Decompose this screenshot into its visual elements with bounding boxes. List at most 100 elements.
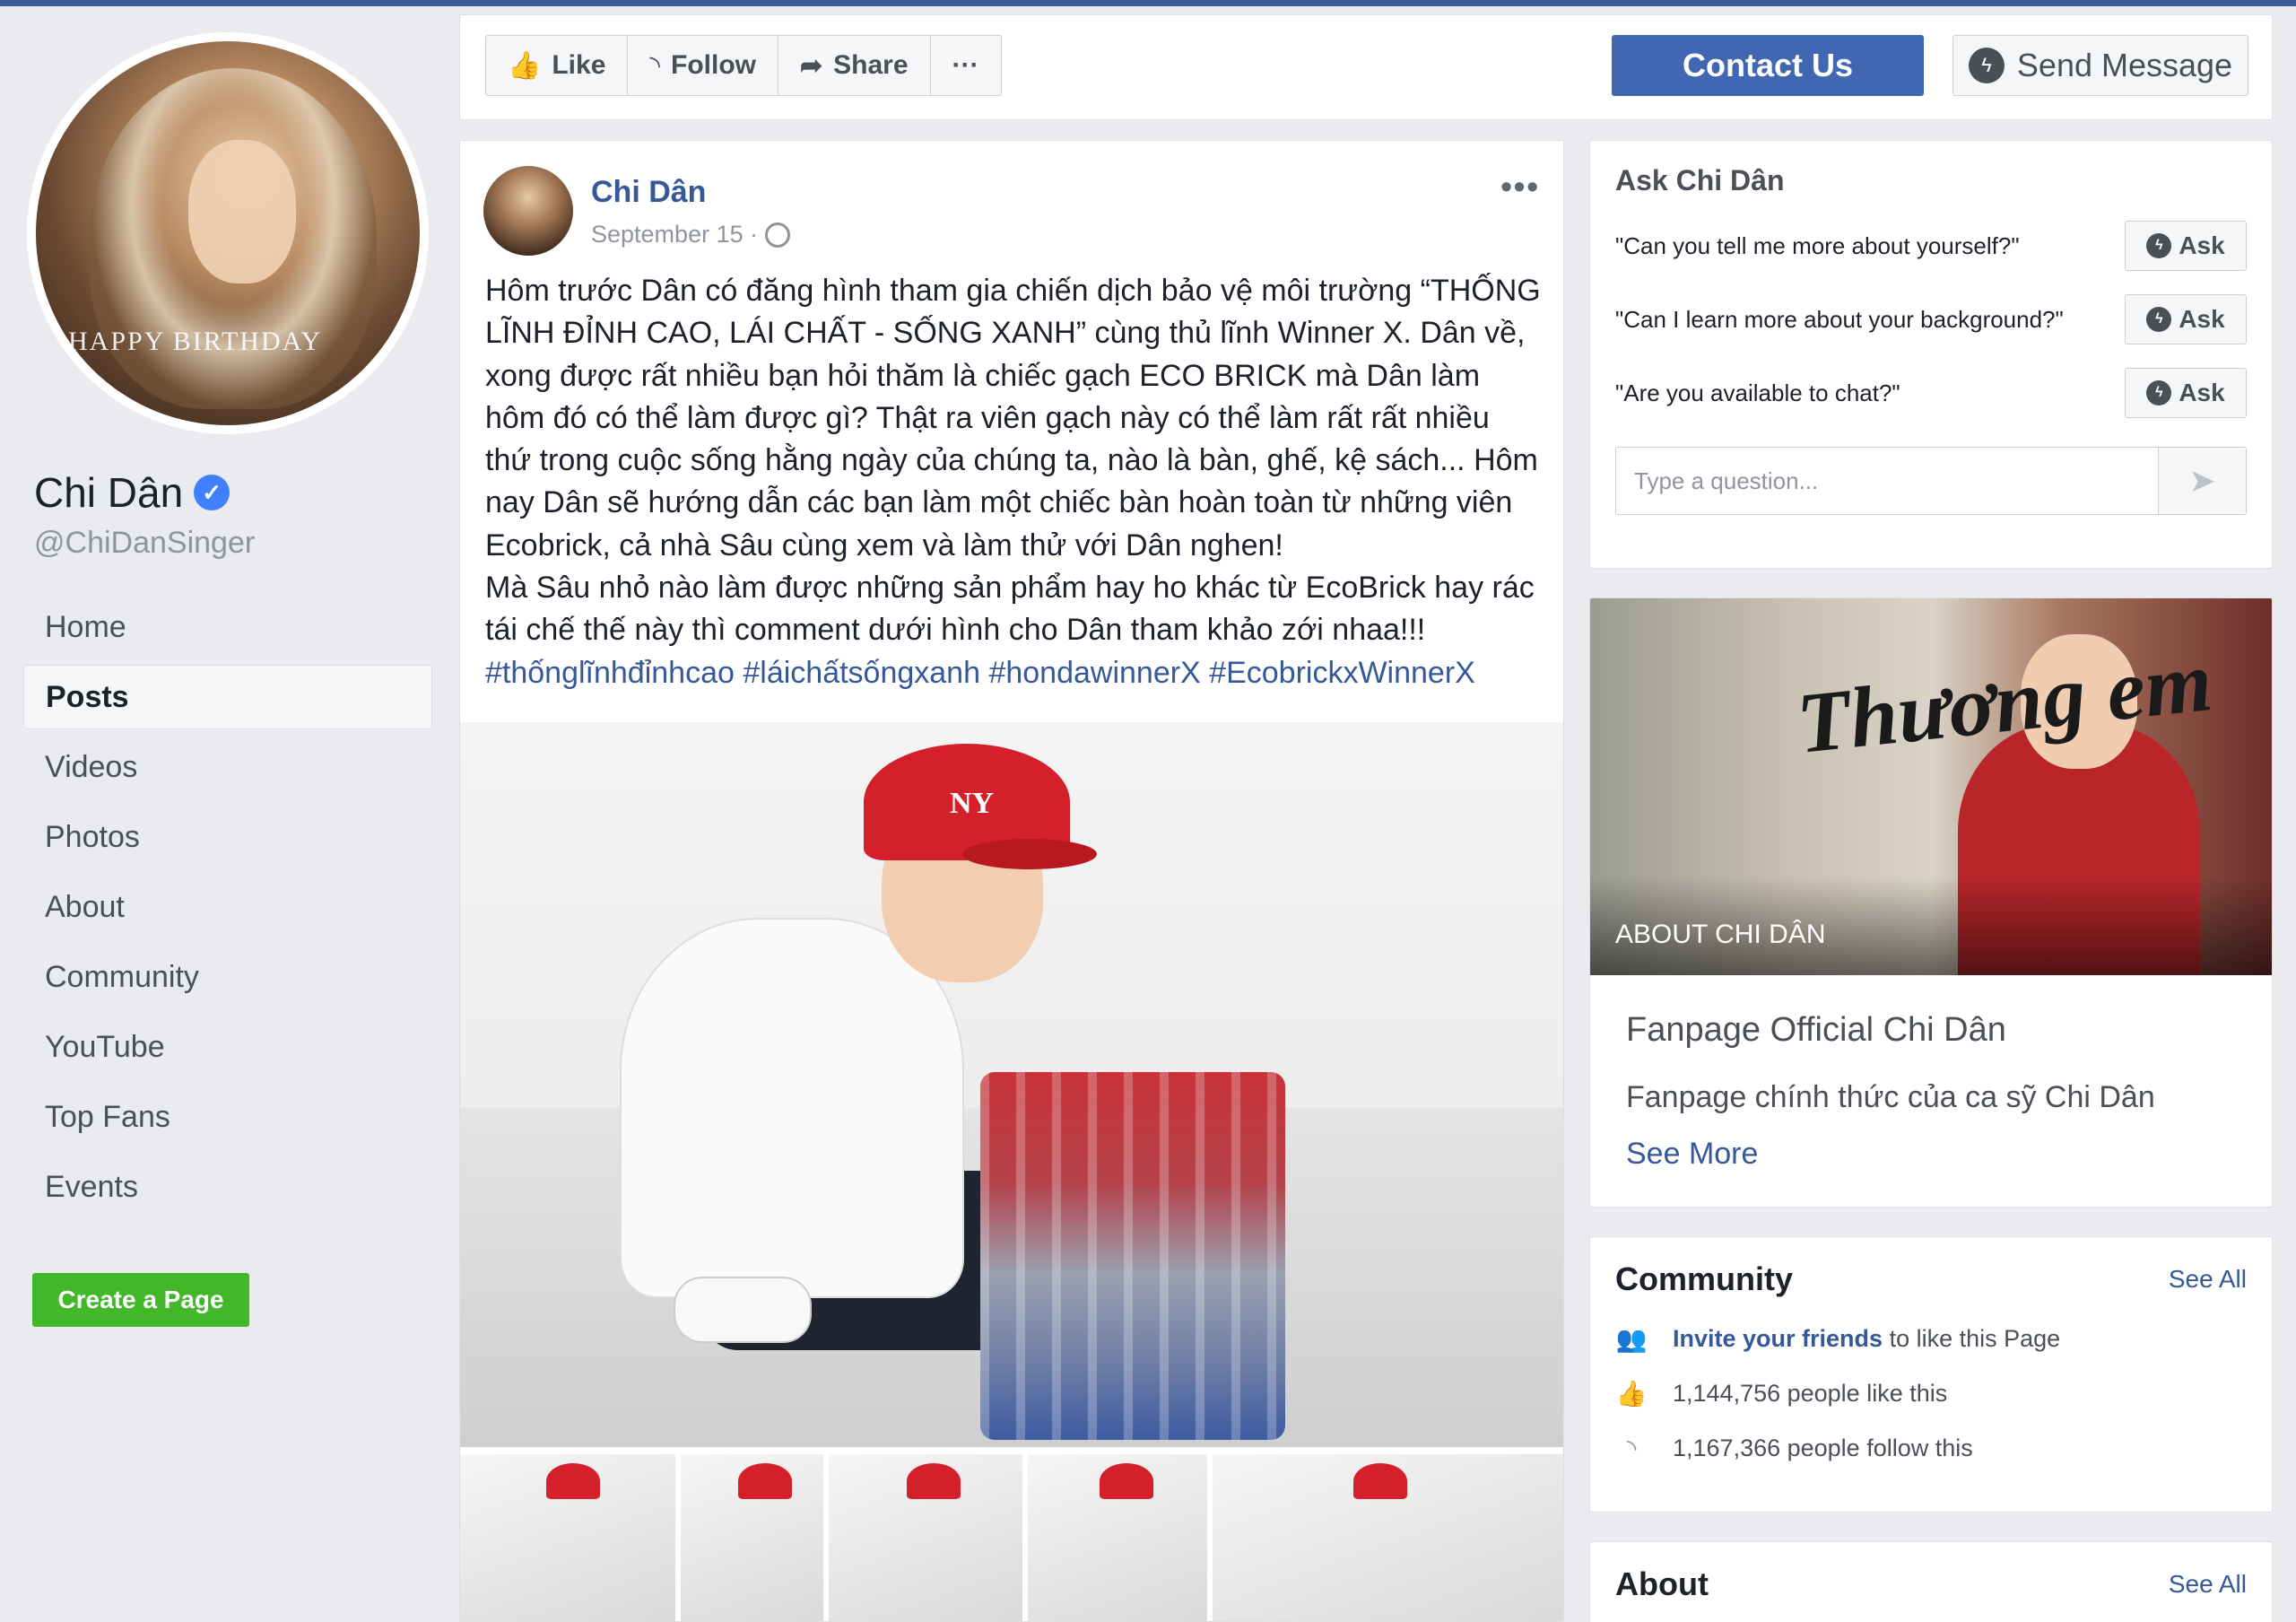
share-label: Share <box>833 50 909 80</box>
messenger-icon: ϟ <box>2146 307 2172 332</box>
nav-item-community[interactable]: Community <box>23 945 432 1009</box>
create-page-button[interactable]: Create a Page <box>32 1273 249 1327</box>
invite-row: 👥 Invite your friends to like this Page <box>1615 1325 2247 1353</box>
ask-card: Ask Chi Dân "Can you tell me more about … <box>1589 140 2273 569</box>
about-description: Fanpage chính thức của ca sỹ Chi Dân <box>1626 1080 2155 1114</box>
avatar-overlay-text: HAPPY BIRTHDAY <box>68 327 323 356</box>
like-label: Like <box>552 50 606 80</box>
likes-count: 1,144,756 people like this <box>1673 1380 1948 1407</box>
ask-button-label: Ask <box>2179 231 2225 259</box>
page-action-bar: 👍 Like ◝ Follow ➦ Share ··· Contact Us ϟ… <box>459 14 2273 120</box>
share-button[interactable]: ➦ Share <box>778 36 931 95</box>
follows-row: ◝ 1,167,366 people follow this <box>1615 1435 2247 1462</box>
page-actions-group: 👍 Like ◝ Follow ➦ Share ··· <box>485 35 1002 96</box>
follow-label: Follow <box>671 50 756 80</box>
ask-question: "Can I learn more about your background?… <box>1615 306 2064 333</box>
ask-title: Ask Chi Dân <box>1615 164 1785 196</box>
profile-picture[interactable]: HAPPY BIRTHDAY <box>27 32 429 434</box>
ask-row: "Can I learn more about your background?… <box>1615 294 2247 344</box>
page-title[interactable]: Chi Dân ✓ <box>34 468 434 517</box>
post-thumbnails <box>460 1454 1563 1621</box>
ask-button-label: Ask <box>2179 379 2225 406</box>
share-arrow-icon: ➦ <box>800 50 823 81</box>
about-see-all-link[interactable]: See All <box>2169 1570 2247 1599</box>
ask-button[interactable]: ϟ Ask <box>2125 221 2247 271</box>
community-card: Community See All 👥 Invite your friends … <box>1589 1236 2273 1513</box>
thumbnail[interactable] <box>829 1454 1022 1621</box>
rss-icon: ◝ <box>1626 1435 1637 1462</box>
ask-row: "Can you tell me more about yourself?" ϟ… <box>1615 221 2247 271</box>
post-card: Chi Dân September 15 · ••• Hôm trước Dân… <box>459 140 1564 1622</box>
follow-button[interactable]: ◝ Follow <box>628 36 778 95</box>
photo-face <box>188 140 296 283</box>
thumbnail[interactable] <box>460 1454 675 1621</box>
see-more-link[interactable]: See More <box>1626 1137 2236 1172</box>
post-meta: September 15 · <box>591 221 791 249</box>
nav-item-home[interactable]: Home <box>23 595 432 659</box>
thumbs-up-icon: 👍 <box>1615 1380 1648 1408</box>
ask-button[interactable]: ϟ Ask <box>2125 294 2247 344</box>
globe-icon <box>765 222 791 248</box>
post-main-image[interactable]: NY <box>460 722 1563 1447</box>
ask-question-input[interactable] <box>1616 448 2158 514</box>
messenger-icon: ϟ <box>2146 233 2172 258</box>
page-nav: Home Posts Videos Photos About Community… <box>22 595 434 1219</box>
about-section-card: About See All <box>1589 1541 2273 1622</box>
nav-item-about[interactable]: About <box>23 875 432 939</box>
post-date[interactable]: September 15 · <box>591 221 758 249</box>
image-person-body <box>622 920 962 1296</box>
post-hashtags[interactable]: #thốnglĩnhđỉnhcao #láichấtsốngxanh #hond… <box>485 656 1475 690</box>
about-image-label: ABOUT CHI DÂN <box>1590 876 2272 975</box>
invite-friends-link[interactable]: Invite your friends <box>1673 1325 1883 1352</box>
ask-question: "Can you tell me more about yourself?" <box>1615 232 2020 259</box>
about-card: Thương em ABOUT CHI DÂN Fanpage Official… <box>1589 597 2273 1208</box>
community-title: Community <box>1615 1260 1793 1297</box>
ask-button-label: Ask <box>2179 305 2225 333</box>
ask-button[interactable]: ϟ Ask <box>2125 368 2247 418</box>
more-label: ··· <box>952 50 979 80</box>
nav-item-youtube[interactable]: YouTube <box>23 1015 432 1079</box>
ask-input-row: ➤ <box>1615 447 2247 515</box>
thumbnail[interactable] <box>1027 1454 1207 1621</box>
community-header: Community See All <box>1615 1260 2247 1298</box>
nav-item-top-fans[interactable]: Top Fans <box>23 1085 432 1149</box>
nav-item-events[interactable]: Events <box>23 1155 432 1219</box>
ask-question: "Are you available to chat?" <box>1615 379 1900 406</box>
page-handle[interactable]: @ChiDanSinger <box>34 526 434 561</box>
page-name: Chi Dân <box>34 469 184 516</box>
send-icon[interactable]: ➤ <box>2158 448 2246 514</box>
post-author-name[interactable]: Chi Dân <box>591 175 790 210</box>
community-see-all-link[interactable]: See All <box>2169 1265 2247 1294</box>
messenger-icon: ϟ <box>2146 380 2172 406</box>
top-bar <box>0 0 2296 6</box>
about-title: Fanpage Official Chi Dân <box>1626 1011 2006 1049</box>
post-options-button[interactable]: ••• <box>1500 168 1540 205</box>
nav-item-posts[interactable]: Posts <box>23 665 432 729</box>
thumbnail[interactable] <box>1212 1454 1563 1621</box>
about-cover-image[interactable]: Thương em ABOUT CHI DÂN <box>1590 598 2272 975</box>
contact-us-button[interactable]: Contact Us <box>1612 35 1924 96</box>
nav-item-photos[interactable]: Photos <box>23 805 432 869</box>
like-button[interactable]: 👍 Like <box>486 36 629 95</box>
cap-logo: NY <box>950 787 995 820</box>
image-cap-brim <box>962 839 1097 869</box>
rss-icon: ◝ <box>649 50 661 81</box>
ask-row: "Are you available to chat?" ϟ Ask <box>1615 368 2247 418</box>
friends-icon: 👥 <box>1615 1325 1648 1353</box>
messenger-icon: ϟ <box>1968 48 2005 83</box>
likes-row: 👍 1,144,756 people like this <box>1615 1380 2247 1408</box>
invite-rest: to like this Page <box>1883 1325 2061 1352</box>
post-author-avatar[interactable] <box>483 166 573 256</box>
verified-badge-icon: ✓ <box>194 475 230 510</box>
image-shoe <box>675 1278 810 1341</box>
profile-photo: HAPPY BIRTHDAY <box>36 41 420 425</box>
nav-item-videos[interactable]: Videos <box>23 735 432 799</box>
right-column: Ask Chi Dân "Can you tell me more about … <box>1589 140 2273 1622</box>
invite-text: Invite your friends to like this Page <box>1673 1325 2060 1353</box>
ecobrick-stool <box>980 1072 1285 1440</box>
send-message-button[interactable]: ϟ Send Message <box>1952 35 2248 96</box>
more-actions-button[interactable]: ··· <box>931 36 1001 95</box>
thumbnail[interactable] <box>680 1454 824 1621</box>
send-message-label: Send Message <box>2016 47 2233 83</box>
about-body: Fanpage Official Chi Dân Fanpage chính t… <box>1590 975 2272 1207</box>
